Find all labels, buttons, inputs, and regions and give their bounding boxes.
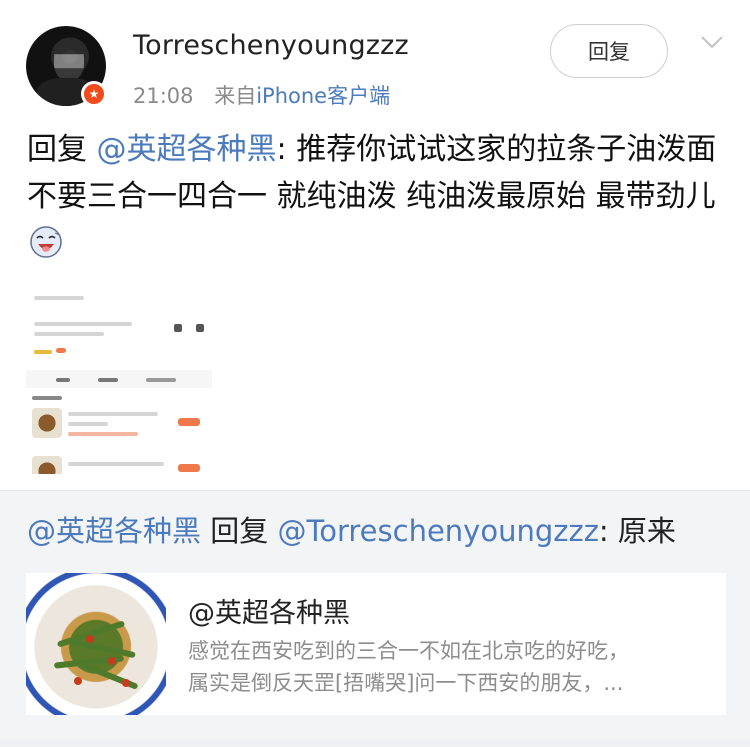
shot-line (68, 422, 108, 426)
card-desc-line2: 属实是倒反天罡[捂嘴哭]问一下西安的朋友，... (188, 671, 624, 695)
chili-flake (108, 657, 116, 665)
chili-flake (74, 677, 82, 685)
screenshot-thumbnail[interactable] (26, 284, 212, 474)
shot-food-thumb (32, 456, 62, 474)
verified-badge-icon: ★ (81, 81, 107, 107)
mention-link[interactable]: @英超各种黑 (97, 132, 277, 167)
shot-button (178, 464, 200, 472)
avatar-face (54, 40, 84, 80)
bottom-divider (0, 740, 750, 747)
shot-food-thumb (32, 408, 62, 438)
reply-button[interactable]: 回复 (550, 24, 668, 78)
reply-prefix: 回复 (27, 132, 87, 167)
repost-middle: 回复 (201, 514, 278, 548)
shot-tag (56, 348, 66, 353)
laughing-emoji-icon (30, 226, 62, 258)
post-source[interactable]: iPhone客户端 (256, 84, 390, 108)
shot-tab (146, 378, 176, 382)
shot-line (32, 396, 62, 400)
repost-mention[interactable]: @英超各种黑 (27, 514, 201, 548)
shot-line (34, 350, 52, 354)
shot-icon (174, 324, 182, 332)
quoted-post-card[interactable]: @英超各种黑 感觉在西安吃到的三合一不如在北京吃的好吃， 属实是倒反天罡[捂嘴哭… (26, 573, 726, 715)
chili-flake (122, 679, 130, 687)
card-title: @英超各种黑 (188, 598, 350, 629)
weibo-post: ★ Torreschenyoungzzz 21:08 来自iPhone客户端 回… (0, 0, 750, 490)
shot-tab (56, 378, 70, 382)
post-time: 21:08 (133, 84, 194, 108)
noodle-strand (66, 637, 136, 659)
post-meta: 21:08 来自iPhone客户端 (133, 80, 390, 110)
shot-line (68, 462, 164, 466)
shot-line (34, 332, 104, 336)
noodle-photo (26, 573, 166, 715)
post-content: 回复 @英超各种黑: 推荐你试试这家的拉条子油泼面 不要三合一四合一 就纯油泼 … (27, 126, 723, 267)
repost-text: @英超各种黑 回复 @Torreschenyoungzzz: 原来 (27, 508, 676, 550)
chevron-down-icon[interactable] (700, 34, 724, 50)
shot-button (178, 418, 200, 426)
shot-icon (196, 324, 204, 332)
shot-line (34, 296, 84, 300)
username[interactable]: Torreschenyoungzzz (133, 30, 409, 61)
chili-flake (86, 635, 94, 643)
repost-reply-mention[interactable]: @Torreschenyoungzzz (277, 514, 598, 548)
shot-line (68, 432, 138, 436)
card-desc-line1: 感觉在西安吃到的三合一不如在北京吃的好吃， (188, 639, 629, 663)
shot-line (68, 412, 158, 416)
source-prefix: 来自 (214, 84, 257, 108)
shot-line (34, 322, 132, 326)
repost-body: : 原来 (598, 514, 676, 548)
shot-tab (98, 378, 118, 382)
card-description: 感觉在西安吃到的三合一不如在北京吃的好吃， 属实是倒反天罡[捂嘴哭]问一下西安的… (188, 635, 708, 699)
